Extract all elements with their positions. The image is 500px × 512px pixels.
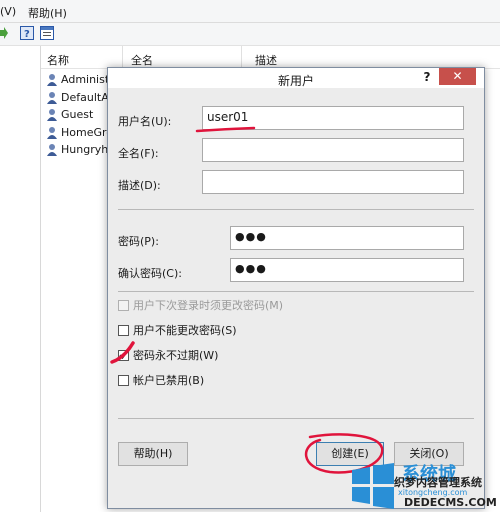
username-field[interactable]: user01 bbox=[202, 106, 464, 130]
fullname-field[interactable] bbox=[202, 138, 464, 162]
account-disabled-option[interactable]: 帐户已禁用(B) bbox=[118, 372, 204, 388]
never-expires-label: 密码永不过期(W) bbox=[133, 349, 219, 362]
user-icon bbox=[46, 126, 58, 139]
divider bbox=[118, 209, 474, 210]
user-name: Administ bbox=[61, 73, 110, 86]
user-icon bbox=[46, 91, 58, 104]
watermark-url2: DEDECMS.COM bbox=[404, 496, 497, 509]
forward-icon[interactable] bbox=[0, 26, 8, 40]
account-disabled-checkbox[interactable] bbox=[118, 374, 129, 386]
cannot-change-password-option[interactable]: 用户不能更改密码(S) bbox=[118, 322, 237, 338]
properties-icon[interactable] bbox=[40, 26, 54, 40]
description-label: 描述(D): bbox=[118, 179, 161, 192]
confirm-password-label: 确认密码(C): bbox=[118, 267, 182, 280]
windows-logo-icon bbox=[352, 463, 394, 509]
list-item[interactable]: HomeGro bbox=[46, 124, 113, 141]
never-expires-option[interactable]: 密码永不过期(W) bbox=[118, 347, 218, 363]
watermark: 系统城 织梦内容管理系统 xitongcheng.com DEDECMS.COM bbox=[348, 458, 500, 512]
cannot-change-label: 用户不能更改密码(S) bbox=[133, 324, 237, 337]
help-button[interactable]: 帮助(H) bbox=[118, 442, 188, 466]
user-icon bbox=[46, 143, 58, 156]
confirm-password-field[interactable]: ●●● bbox=[230, 258, 464, 282]
must-change-password-option: 用户下次登录时须更改密码(M) bbox=[118, 297, 283, 313]
user-name: HomeGro bbox=[61, 126, 114, 139]
svg-text:?: ? bbox=[24, 29, 30, 39]
menu-help[interactable]: 帮助(H) bbox=[28, 5, 67, 21]
menu-bar: (V) 帮助(H) bbox=[0, 0, 500, 23]
column-fullname[interactable]: 全名 bbox=[131, 52, 153, 68]
tree-pane bbox=[0, 46, 41, 512]
must-change-label: 用户下次登录时须更改密码(M) bbox=[133, 299, 284, 312]
menu-view[interactable]: (V) bbox=[0, 5, 16, 18]
column-name[interactable]: 名称 bbox=[47, 52, 69, 68]
column-description[interactable]: 描述 bbox=[255, 52, 277, 68]
list-item[interactable]: Hungryhe bbox=[46, 141, 115, 158]
toolbar: ? bbox=[0, 23, 500, 46]
user-icon bbox=[46, 73, 58, 86]
description-field[interactable] bbox=[202, 170, 464, 194]
must-change-checkbox bbox=[118, 299, 129, 311]
user-name: Guest bbox=[61, 108, 94, 121]
dialog-titlebar: 新用户 ? ✕ bbox=[108, 68, 484, 88]
divider bbox=[118, 418, 474, 419]
new-user-dialog: 新用户 ? ✕ 用户名(U): user01 全名(F): 描述(D): 密码(… bbox=[107, 67, 485, 509]
help-icon[interactable]: ? bbox=[20, 26, 34, 40]
account-disabled-label: 帐户已禁用(B) bbox=[133, 374, 205, 387]
password-field[interactable]: ●●● bbox=[230, 226, 464, 250]
fullname-label: 全名(F): bbox=[118, 147, 159, 160]
never-expires-checkbox[interactable] bbox=[118, 349, 129, 361]
list-item[interactable]: Guest bbox=[46, 106, 93, 123]
user-icon bbox=[46, 108, 58, 121]
list-header: 名称 全名 描述 bbox=[41, 46, 500, 69]
list-item[interactable]: Administ bbox=[46, 71, 109, 88]
username-label: 用户名(U): bbox=[118, 115, 172, 128]
list-item[interactable]: DefaultAc bbox=[46, 89, 115, 106]
password-label: 密码(P): bbox=[118, 235, 159, 248]
cannot-change-checkbox[interactable] bbox=[118, 324, 129, 336]
help-icon[interactable]: ? bbox=[418, 70, 436, 86]
divider bbox=[118, 291, 474, 292]
close-icon[interactable]: ✕ bbox=[439, 68, 476, 85]
